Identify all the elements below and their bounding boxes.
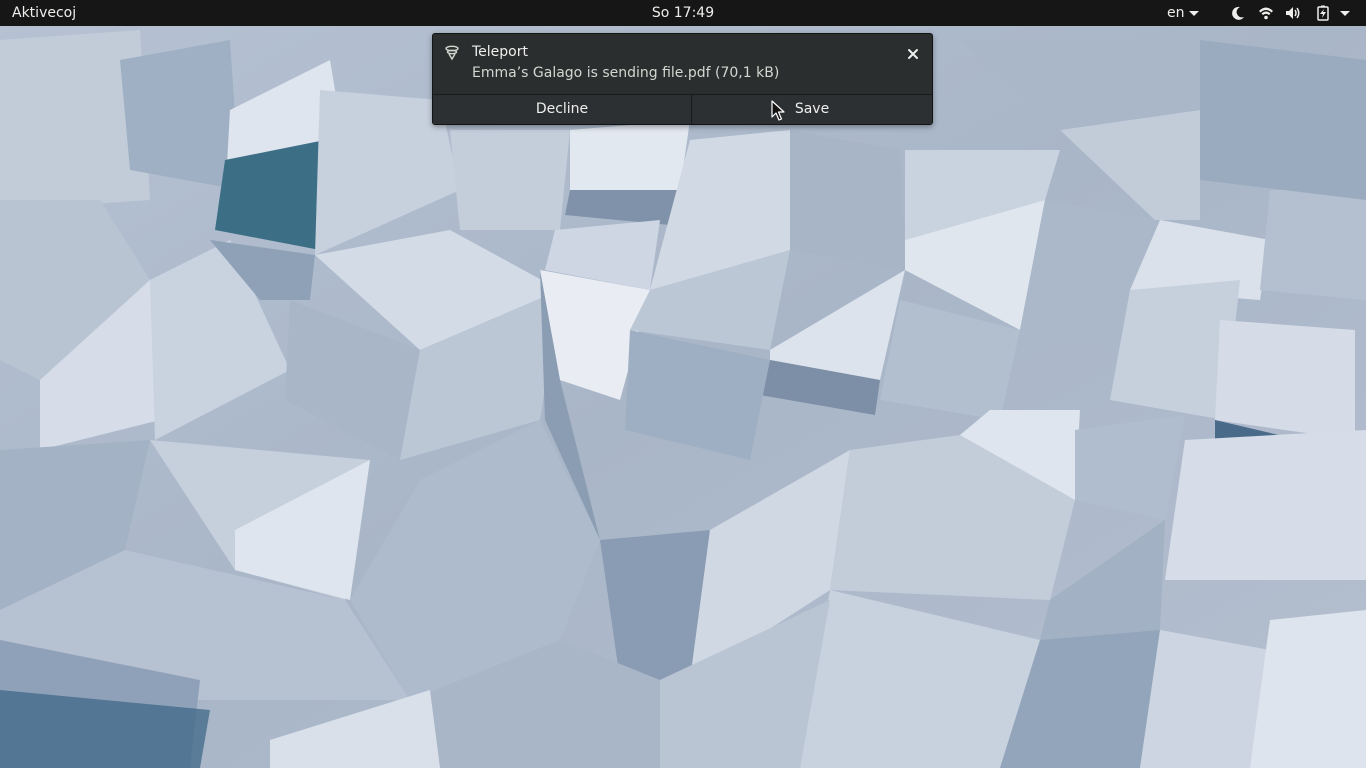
notification-banner[interactable]: Teleport Emma’s Galago is sending file.p… bbox=[432, 33, 933, 125]
decline-label: Decline bbox=[535, 101, 589, 117]
language-label: en bbox=[1167, 5, 1185, 21]
decline-button[interactable]: Decline bbox=[433, 95, 692, 124]
close-icon[interactable] bbox=[904, 45, 922, 63]
notification-body: Emma’s Galago is sending file.pdf (70,1 … bbox=[472, 65, 780, 81]
activities-label: Aktivecoj bbox=[12, 5, 77, 21]
save-button[interactable]: Save bbox=[692, 95, 932, 124]
teleport-app-icon bbox=[445, 45, 459, 61]
notification-actions: Decline Save bbox=[433, 94, 932, 124]
system-status-menu[interactable] bbox=[1222, 0, 1362, 26]
keyboard-layout-menu[interactable]: en bbox=[1160, 0, 1206, 26]
chevron-down-icon bbox=[1340, 11, 1350, 16]
battery-charging-icon bbox=[1317, 5, 1329, 21]
desktop: Aktivecoj So 17:49 en Teleport Emma’s Ga… bbox=[0, 0, 1366, 768]
top-bar: Aktivecoj So 17:49 en bbox=[0, 0, 1366, 26]
activities-button[interactable]: Aktivecoj bbox=[12, 0, 76, 26]
save-label: Save bbox=[794, 101, 830, 117]
notification-title: Teleport bbox=[472, 44, 528, 60]
volume-icon bbox=[1286, 7, 1300, 19]
night-light-icon bbox=[1232, 6, 1244, 20]
clock-label[interactable]: So 17:49 bbox=[652, 5, 714, 21]
wifi-icon bbox=[1259, 7, 1273, 20]
chevron-down-icon bbox=[1189, 11, 1199, 16]
